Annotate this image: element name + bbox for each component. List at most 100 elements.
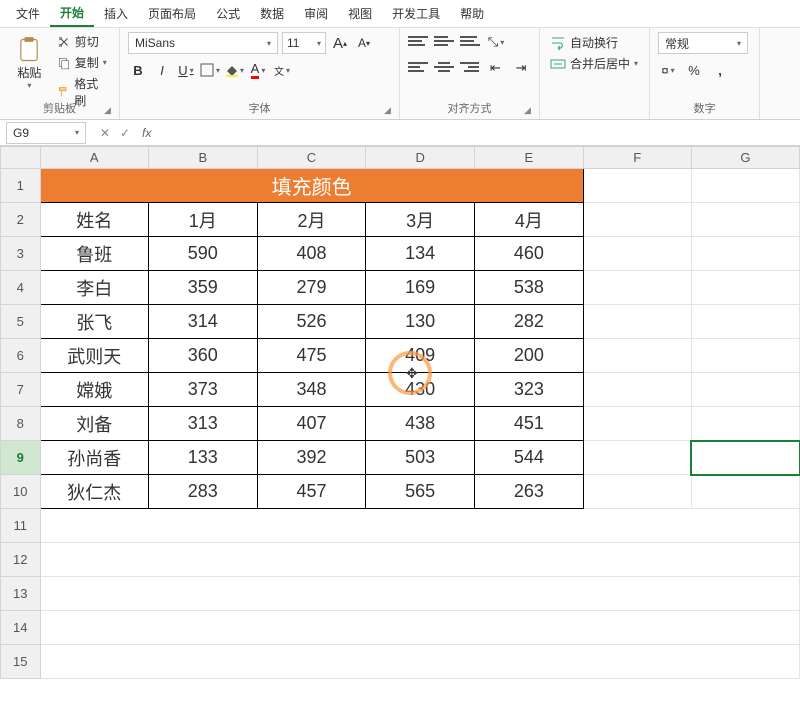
cell-D2[interactable]: 3月: [366, 203, 475, 237]
row-head-12[interactable]: 12: [1, 543, 41, 577]
row-head-5[interactable]: 5: [1, 305, 41, 339]
cell-D6[interactable]: 409: [366, 339, 475, 373]
row-14-cells[interactable]: [40, 611, 799, 645]
cell-F8[interactable]: [583, 407, 691, 441]
align-dialog-launcher[interactable]: ◢: [524, 105, 536, 117]
align-top-button[interactable]: [408, 32, 428, 50]
grow-font-button[interactable]: A▴: [330, 33, 350, 53]
cell-C8[interactable]: 407: [257, 407, 366, 441]
cell-F2[interactable]: [583, 203, 691, 237]
cell-D4[interactable]: 169: [366, 271, 475, 305]
fill-color-button[interactable]: [224, 60, 244, 80]
cell-A4[interactable]: 李白: [40, 271, 148, 305]
cell-F5[interactable]: [583, 305, 691, 339]
row-head-1[interactable]: 1: [1, 169, 41, 203]
currency-button[interactable]: ¤: [658, 60, 678, 80]
tab-help[interactable]: 帮助: [450, 1, 494, 26]
row-11-cells[interactable]: [40, 509, 799, 543]
paste-button[interactable]: 粘贴 ▾: [8, 32, 51, 94]
cell-F4[interactable]: [583, 271, 691, 305]
cell-B8[interactable]: 313: [148, 407, 257, 441]
cell-C6[interactable]: 475: [257, 339, 366, 373]
cell-B5[interactable]: 314: [148, 305, 257, 339]
font-name-combo[interactable]: MiSans ▾: [128, 32, 278, 54]
row-13-cells[interactable]: [40, 577, 799, 611]
tab-view[interactable]: 视图: [338, 1, 382, 26]
cell-D7[interactable]: 430: [366, 373, 475, 407]
cell-B3[interactable]: 590: [148, 237, 257, 271]
cell-F9[interactable]: [583, 441, 691, 475]
clipboard-dialog-launcher[interactable]: ◢: [104, 105, 116, 117]
cell-G9[interactable]: [691, 441, 799, 475]
cell-F6[interactable]: [583, 339, 691, 373]
col-head-F[interactable]: F: [583, 147, 691, 169]
row-12-cells[interactable]: [40, 543, 799, 577]
cell-E6[interactable]: 200: [475, 339, 584, 373]
row-head-11[interactable]: 11: [1, 509, 41, 543]
row-head-7[interactable]: 7: [1, 373, 41, 407]
align-right-button[interactable]: [460, 58, 480, 76]
cell-D5[interactable]: 130: [366, 305, 475, 339]
formula-input[interactable]: [155, 122, 800, 144]
cell-G4[interactable]: [691, 271, 799, 305]
border-button[interactable]: [200, 60, 220, 80]
fx-icon[interactable]: fx: [138, 126, 155, 140]
row-head-9[interactable]: 9: [1, 441, 41, 475]
row-head-15[interactable]: 15: [1, 645, 41, 679]
accept-formula-button[interactable]: ✓: [116, 126, 134, 140]
cell-C4[interactable]: 279: [257, 271, 366, 305]
cell-D8[interactable]: 438: [366, 407, 475, 441]
cell-F3[interactable]: [583, 237, 691, 271]
cell-G6[interactable]: [691, 339, 799, 373]
tab-file[interactable]: 文件: [6, 1, 50, 26]
row-head-10[interactable]: 10: [1, 475, 41, 509]
align-middle-button[interactable]: [434, 32, 454, 50]
cell-G7[interactable]: [691, 373, 799, 407]
row-head-8[interactable]: 8: [1, 407, 41, 441]
cell-D10[interactable]: 565: [366, 475, 475, 509]
cell-C9[interactable]: 392: [257, 441, 366, 475]
cell-E5[interactable]: 282: [475, 305, 584, 339]
cell-D9[interactable]: 503: [366, 441, 475, 475]
orientation-button[interactable]: ⤡: [486, 32, 506, 52]
cell-E4[interactable]: 538: [475, 271, 584, 305]
copy-button[interactable]: 复制 ▾: [55, 53, 111, 72]
bold-button[interactable]: B: [128, 60, 148, 80]
align-center-button[interactable]: [434, 58, 454, 76]
cell-E8[interactable]: 451: [475, 407, 584, 441]
col-head-E[interactable]: E: [475, 147, 584, 169]
cell-G3[interactable]: [691, 237, 799, 271]
row-head-14[interactable]: 14: [1, 611, 41, 645]
cut-button[interactable]: 剪切: [55, 32, 111, 51]
cell-F10[interactable]: [583, 475, 691, 509]
tab-data[interactable]: 数据: [250, 1, 294, 26]
shrink-font-button[interactable]: A▾: [354, 33, 374, 53]
cell-B4[interactable]: 359: [148, 271, 257, 305]
wrap-text-button[interactable]: 自动换行: [548, 32, 641, 53]
row-head-13[interactable]: 13: [1, 577, 41, 611]
row-head-4[interactable]: 4: [1, 271, 41, 305]
increase-indent-button[interactable]: ⇥: [511, 58, 531, 78]
comma-button[interactable]: ,: [710, 60, 730, 80]
cell-G2[interactable]: [691, 203, 799, 237]
cell-B9[interactable]: 133: [148, 441, 257, 475]
cell-C3[interactable]: 408: [257, 237, 366, 271]
tab-review[interactable]: 审阅: [294, 1, 338, 26]
cell-B7[interactable]: 373: [148, 373, 257, 407]
select-all-corner[interactable]: [1, 147, 41, 169]
row-head-6[interactable]: 6: [1, 339, 41, 373]
col-head-D[interactable]: D: [366, 147, 475, 169]
align-bottom-button[interactable]: [460, 32, 480, 50]
cell-E3[interactable]: 460: [475, 237, 584, 271]
cell-B2[interactable]: 1月: [148, 203, 257, 237]
row-head-2[interactable]: 2: [1, 203, 41, 237]
cell-F1[interactable]: [583, 169, 691, 203]
cell-E2[interactable]: 4月: [475, 203, 584, 237]
percent-button[interactable]: %: [684, 60, 704, 80]
cell-A9[interactable]: 孙尚香: [40, 441, 148, 475]
cell-E9[interactable]: 544: [475, 441, 584, 475]
cell-B10[interactable]: 283: [148, 475, 257, 509]
cell-A6[interactable]: 武则天: [40, 339, 148, 373]
col-head-C[interactable]: C: [257, 147, 366, 169]
number-format-combo[interactable]: 常规 ▾: [658, 32, 748, 54]
